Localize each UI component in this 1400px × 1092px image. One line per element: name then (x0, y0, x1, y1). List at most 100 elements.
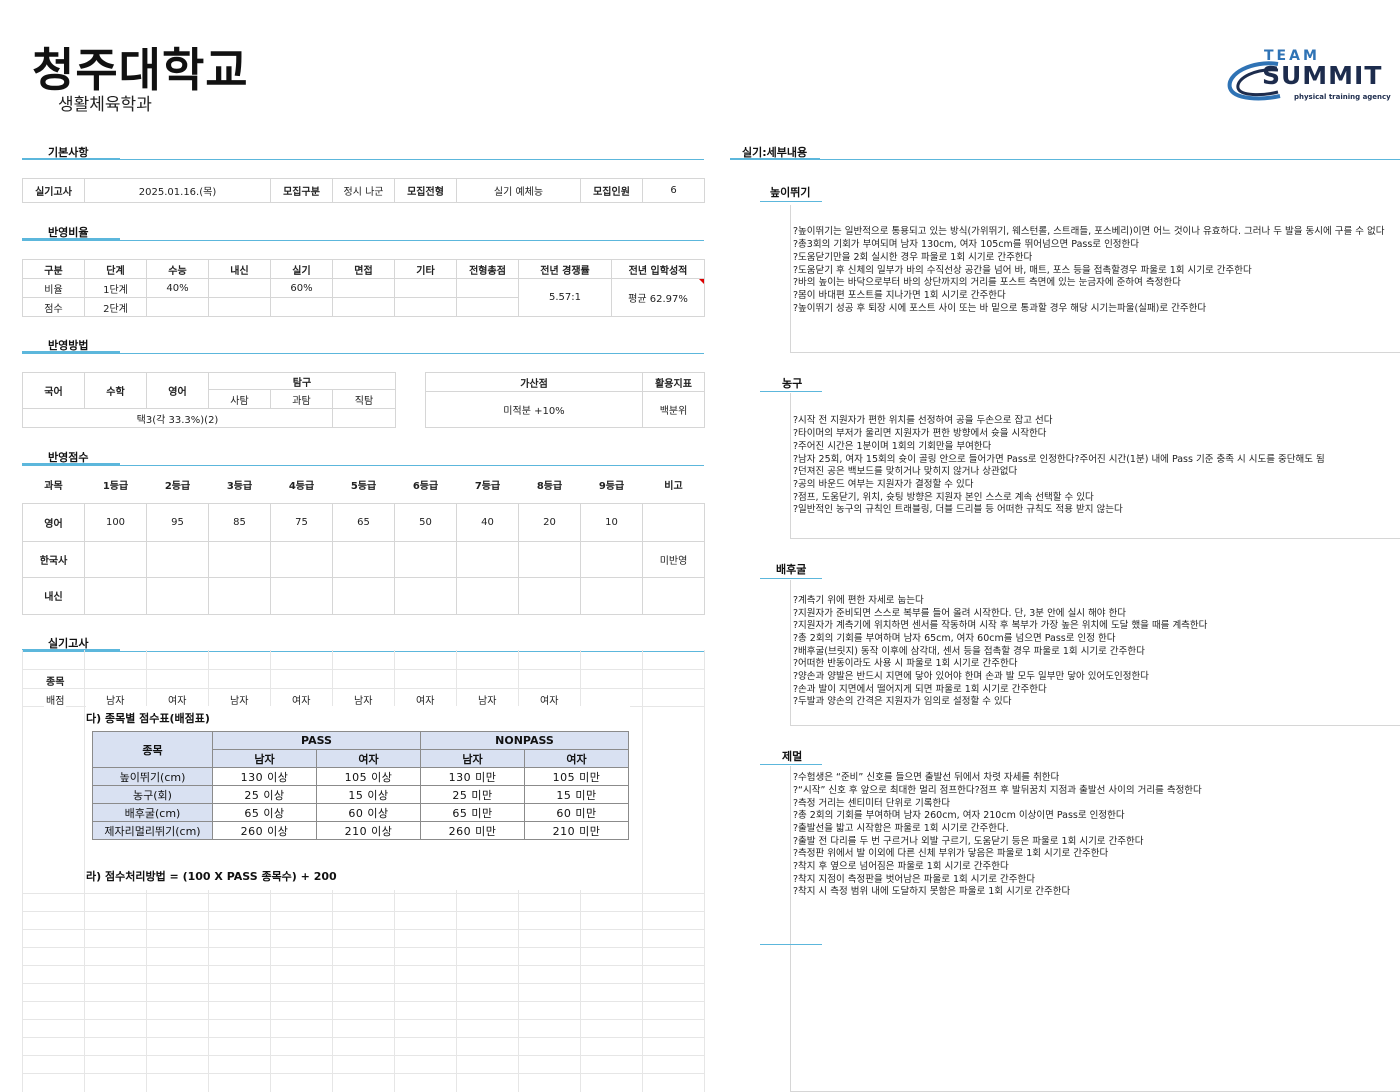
ratio-silgi: 60% (270, 278, 333, 298)
detail-line: ?배후굴(브릿지) 동작 이후에 삼각대, 센서 등을 접촉할 경우 파울로 1… (793, 646, 1145, 657)
history-note: 미반영 (642, 540, 705, 578)
prev-competition: 5.57:1 (518, 278, 612, 317)
screening-value: 실기 예체능 (456, 178, 581, 203)
grade-table: 과목 1등급 2등급 3등급 4등급 5등급 6등급 7등급 8등급 9등급 비… (22, 466, 705, 615)
ratio-header: 수능 (146, 259, 209, 279)
method-job: 직탐 (332, 389, 396, 409)
ratio-header: 기타 (394, 259, 457, 279)
event-name: 배후굴(cm) (92, 803, 213, 822)
detail-line: ?남자 25회, 여자 15회의 슛이 골링 안으로 들어가면 Pass로 인정… (793, 454, 1325, 465)
ratio-row-label: 점수 (22, 297, 85, 317)
event-name: 농구(회) (92, 785, 213, 804)
detail-line: ?착지 시 측정 범위 내에 도달하지 못함은 파울로 1회 시기로 간주한다 (793, 886, 1071, 897)
ratio-suneung: 40% (146, 278, 209, 298)
nonpass-female: 15 미만 (524, 785, 630, 804)
grade-header: 8등급 (536, 480, 563, 492)
score-table-image: 다) 종목별 점수표(배점표) 종목 PASS NONPASS 남자 여자 남자… (86, 706, 630, 890)
detail-box-longjump: ?수험생은 “준비” 신호를 들으면 출발선 뒤에서 차렷 자세를 취한다 ?“… (790, 766, 1400, 1092)
exam-label: 실기고사 (22, 178, 85, 203)
english-score: 85 (208, 502, 271, 542)
logo-subtitle: physical training agency (1294, 93, 1391, 101)
method-science: 과탐 (270, 389, 333, 409)
table-pass-header: PASS (211, 731, 422, 750)
prev-admission-score: 평균 62.97% (611, 278, 705, 317)
detail-line: ?도움닫기만을 2회 실시한 경우 파울로 1회 시기로 간주한다 (793, 252, 1033, 263)
ratio-header: 전년 경쟁률 (518, 259, 612, 279)
grade-header: 1등급 (102, 480, 129, 492)
table-event-header: 종목 (92, 731, 213, 768)
english-score: 100 (84, 502, 147, 542)
table-row: 제자리멀리뛰기(cm) 260 이상 210 이상 260 미만 210 미만 (92, 821, 630, 840)
nonpass-male: 260 미만 (420, 821, 526, 840)
detail-line: ?측정판 위에서 발 이외에 다른 신체 부위가 닿음은 파울로 1회 시기로 … (793, 848, 1109, 859)
table-male-header: 남자 (420, 749, 526, 768)
pass-score-table: 종목 PASS NONPASS 남자 여자 남자 여자 높이뛰기(cm) 130… (92, 731, 630, 840)
detail-line: ?총 2회의 기회를 부여하며 남자 65cm, 여자 60cm를 넘으면 Pa… (793, 633, 1116, 644)
pass-male: 25 이상 (212, 785, 317, 804)
detail-line: ?던져진 공은 백보드를 맞히거나 맞히지 않거나 상관없다 (793, 466, 1018, 477)
event-name: 높이뛰기(cm) (92, 767, 213, 786)
index-label: 활용지표 (642, 372, 705, 392)
english-score: 50 (394, 502, 457, 542)
grade-header: 6등급 (412, 480, 439, 492)
nonpass-male: 25 미만 (420, 785, 526, 804)
comment-indicator (699, 279, 704, 284)
table-row: 농구(회) 25 이상 15 이상 25 미만 15 미만 (92, 785, 630, 804)
ratio-header: 내신 (208, 259, 271, 279)
screening-label: 모집전형 (394, 178, 457, 203)
english-score: 95 (146, 502, 209, 542)
detail-line: ?타이머의 부저가 울리면 지원자가 편한 방향에서 슛을 시작한다 (793, 428, 1047, 439)
english-score: 75 (270, 502, 333, 542)
method-choice: 택3(각 33.3%)(2) (22, 408, 333, 428)
department-name: 생활체육학과 (58, 95, 152, 115)
recruit-type-label: 모집구분 (270, 178, 333, 203)
recruit-count-label: 모집인원 (580, 178, 643, 203)
nonpass-male: 65 미만 (420, 803, 526, 822)
detail-line: ?두발과 양손의 간격은 지원자가 임의로 설정할 수 있다 (793, 696, 1012, 707)
detail-line: ?측정 거리는 센티미터 단위로 기록한다 (793, 798, 950, 809)
pass-male: 65 이상 (212, 803, 317, 822)
ratio-header: 전형총점 (456, 259, 519, 279)
ratio-header: 구분 (22, 259, 85, 279)
bonus-table: 가산점 활용지표 미적분 +10% 백분위 (425, 372, 705, 428)
gender-label: 여자 (292, 696, 311, 707)
nonpass-male: 130 미만 (420, 767, 526, 786)
section-divider (22, 651, 704, 652)
grade-header: 비고 (664, 480, 683, 492)
bonus-label: 가산점 (425, 372, 643, 392)
table-female-header: 여자 (524, 749, 630, 768)
method-eng: 영어 (146, 372, 209, 409)
method-tamgu: 탐구 (208, 372, 396, 390)
nonpass-female: 105 미만 (524, 767, 630, 786)
pass-male: 130 이상 (212, 767, 317, 786)
detail-line: ?수험생은 “준비” 신호를 들으면 출발선 뒤에서 차렷 자세를 취한다 (793, 772, 1060, 783)
detail-line: ?손과 발이 지면에서 떨어지게 되면 파울로 1회 시기로 간주한다 (793, 684, 1047, 695)
table-row: 배후굴(cm) 65 이상 60 이상 65 미만 60 미만 (92, 803, 630, 822)
detail-line: ?양손과 양발은 반드시 지면에 닿아 있어야 한며 손과 발 모두 일부만 닿… (793, 671, 1149, 682)
nonpass-female: 210 미만 (524, 821, 630, 840)
ratio-row-label: 비율 (22, 278, 85, 298)
pass-female: 60 이상 (315, 803, 422, 822)
detail-title-backbend: 배후굴 (776, 563, 807, 576)
table-nonpass-header: NONPASS (420, 731, 630, 750)
naesin-label: 내신 (22, 576, 85, 615)
grade-header: 3등급 (226, 480, 253, 492)
detail-box-basketball: ?시작 전 지원자가 편한 위치를 선정하여 공을 두손으로 잡고 선다 ?타이… (790, 393, 1400, 539)
detail-title-highjump: 높이뛰기 (770, 186, 811, 199)
team-summit-logo: TEAM SUMMIT physical training agency (1222, 48, 1398, 104)
section-divider (22, 353, 704, 354)
ratio-table: 구분 단계 수능 내신 실기 면접 기타 전형총점 전년 경쟁률 전년 입학성적… (22, 259, 705, 317)
english-label: 영어 (22, 502, 85, 542)
english-score: 65 (332, 502, 395, 542)
detail-line: ?“시작” 신호 후 앞으로 최대한 멀리 점프한다?점프 후 발뒤꿈치 지점과… (793, 785, 1202, 796)
ratio-header: 단계 (84, 259, 147, 279)
points-label: 배점 (44, 692, 67, 707)
detail-line: ?바의 높이는 바닥으로부터 바의 상단까지의 거리를 포스트 측면에 있는 눈… (793, 277, 1181, 288)
gender-label: 남자 (230, 696, 249, 707)
ratio-stage: 1단계 (84, 278, 147, 298)
exam-date: 2025.01.16.(목) (84, 178, 271, 203)
detail-line: ?출발선을 밟고 시작함은 파울로 1회 시기로 간주한다. (793, 823, 1009, 834)
detail-line: ?시작 전 지원자가 편한 위치를 선정하여 공을 두손으로 잡고 선다 (793, 415, 1053, 426)
basic-info-table: 실기고사 2025.01.16.(목) 모집구분 정시 나군 모집전형 실기 예… (22, 178, 705, 203)
section-divider (730, 159, 1400, 160)
